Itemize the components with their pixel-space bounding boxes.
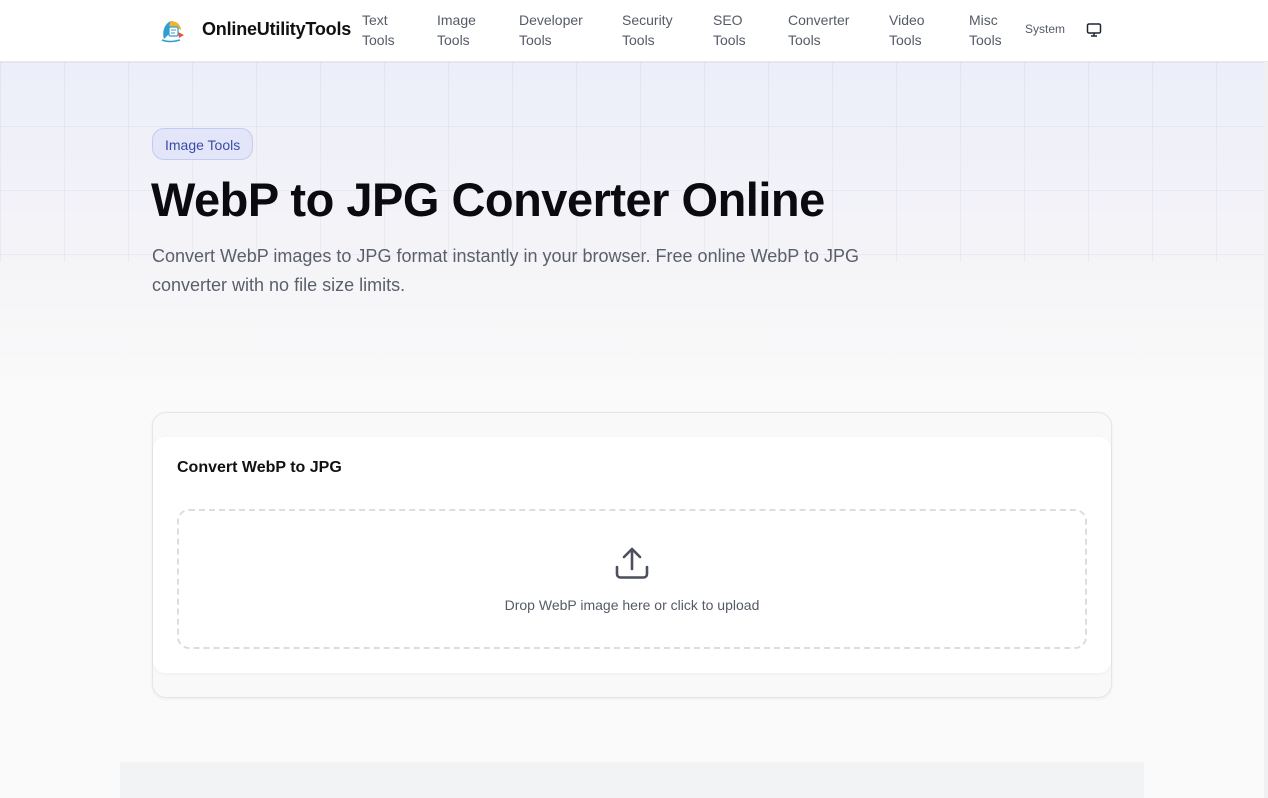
nav-label: Developer bbox=[519, 12, 583, 28]
nav-label: Tools bbox=[519, 32, 552, 48]
nav-image-tools[interactable]: Image Tools bbox=[437, 10, 476, 50]
nav-label: Text bbox=[362, 12, 388, 28]
top-navbar: OnlineUtilityTools Text Tools Image Tool… bbox=[0, 0, 1268, 62]
dropzone-text[interactable]: Drop WebP image here or click to upload bbox=[177, 597, 1087, 613]
nav-label: Security bbox=[622, 12, 673, 28]
nav-developer-tools[interactable]: Developer Tools bbox=[519, 10, 583, 50]
nav-text-tools[interactable]: Text Tools bbox=[362, 10, 395, 50]
nav-label: Converter bbox=[788, 12, 850, 28]
hero-section bbox=[0, 62, 1264, 392]
nav-security-tools[interactable]: Security Tools bbox=[622, 10, 673, 50]
nav-label: Tools bbox=[788, 32, 821, 48]
hero-grid-background bbox=[0, 62, 1264, 262]
page-description: Convert WebP images to JPG format instan… bbox=[152, 246, 859, 295]
nav-label: Tools bbox=[622, 32, 655, 48]
nav-label: Misc bbox=[969, 12, 998, 28]
page-title: WebP to JPG Converter Online bbox=[151, 173, 825, 226]
converter-title: Convert WebP to JPG bbox=[177, 459, 342, 476]
brand-name[interactable]: OnlineUtilityTools bbox=[202, 19, 351, 40]
nav-label: Image bbox=[437, 12, 476, 28]
nav-label: Tools bbox=[889, 32, 922, 48]
nav-label: SEO bbox=[713, 12, 743, 28]
nav-label: Tools bbox=[713, 32, 746, 48]
upload-icon[interactable] bbox=[614, 545, 650, 581]
monitor-icon[interactable] bbox=[1086, 22, 1102, 38]
theme-system-button[interactable]: System bbox=[1025, 22, 1065, 36]
logo-icon[interactable] bbox=[158, 16, 186, 44]
nav-seo-tools[interactable]: SEO Tools bbox=[713, 10, 746, 50]
page-scrollbar[interactable] bbox=[1264, 62, 1268, 798]
nav-label: Tools bbox=[969, 32, 1002, 48]
nav-label: Tools bbox=[362, 32, 395, 48]
nav-misc-tools[interactable]: Misc Tools bbox=[969, 10, 1002, 50]
nav-video-tools[interactable]: Video Tools bbox=[889, 10, 925, 50]
category-badge[interactable]: Image Tools bbox=[152, 128, 254, 160]
nav-label: Video bbox=[889, 12, 925, 28]
nav-converter-tools[interactable]: Converter Tools bbox=[788, 10, 849, 50]
next-section bbox=[120, 762, 1144, 798]
nav-label: Tools bbox=[437, 32, 470, 48]
